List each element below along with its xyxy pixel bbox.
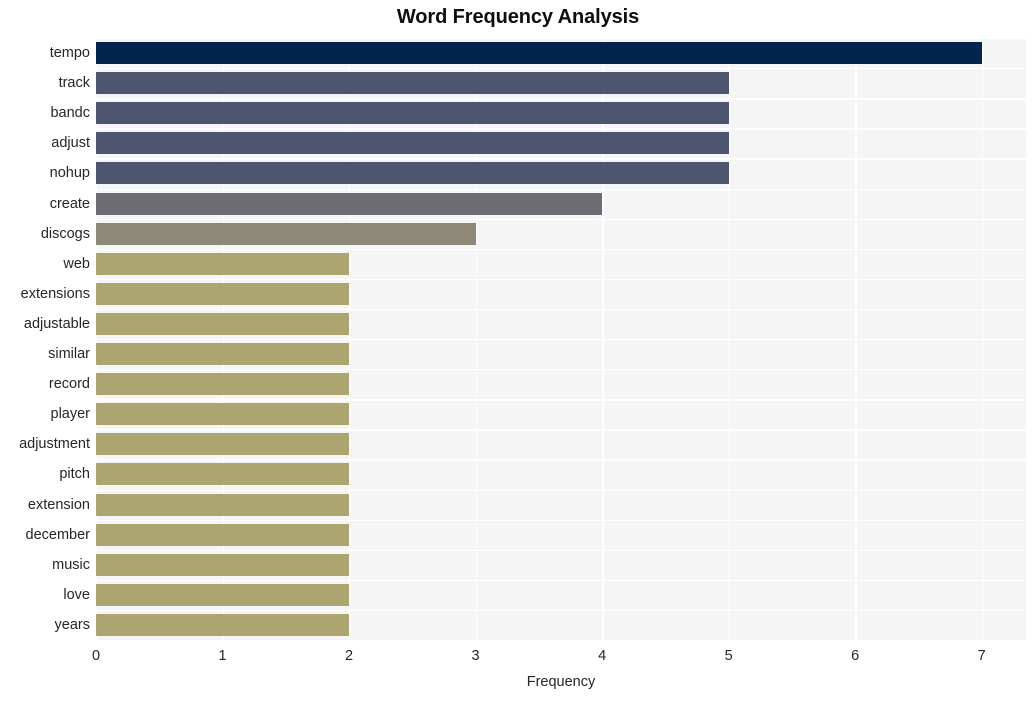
x-tick-label: 4 <box>598 648 607 664</box>
bar <box>96 493 350 516</box>
y-tick-label: discogs <box>40 225 90 242</box>
bar <box>96 403 350 426</box>
y-tick-label: create <box>49 195 90 212</box>
y-tick-label: tempo <box>49 45 90 62</box>
bar <box>96 72 729 95</box>
y-axis-tick-labels: tempo track bandc adjust nohup create discogs w… <box>0 38 90 640</box>
y-tick-label: record <box>48 376 90 393</box>
y-tick-label: adjustment <box>19 436 90 453</box>
y-tick-label: adjust <box>51 135 90 152</box>
plot-area <box>96 38 1026 640</box>
bar <box>96 252 350 275</box>
y-tick-label: bandc <box>50 105 90 122</box>
y-tick-label: pitch <box>59 466 90 483</box>
bar <box>96 192 603 215</box>
bar <box>96 162 729 185</box>
x-tick-label: 0 <box>91 648 101 664</box>
y-tick-label: december <box>25 526 90 543</box>
y-tick-label: track <box>58 75 90 92</box>
bar <box>96 222 476 245</box>
bars-layer <box>96 38 1026 640</box>
bar <box>96 433 350 456</box>
x-tick-label: 2 <box>345 648 354 664</box>
word-frequency-chart-figure: Word Frequency Analysis tempo track bandc a… <box>0 0 1036 701</box>
y-tick-label: extensions <box>20 285 90 302</box>
chart-title: Word Frequency Analysis <box>396 6 640 28</box>
x-tick-label: 7 <box>977 648 986 664</box>
y-tick-label: player <box>50 406 91 423</box>
y-tick-label: extension <box>27 496 90 513</box>
y-tick-label: love <box>63 586 90 603</box>
bar <box>96 42 982 65</box>
y-tick-label: nohup <box>49 165 90 182</box>
x-tick-label: 3 <box>471 648 480 664</box>
bar <box>96 132 729 155</box>
x-axis-tick-labels: 0 1 2 3 4 5 6 7 <box>0 648 1036 670</box>
bar <box>96 583 350 606</box>
bar <box>96 343 350 366</box>
bar <box>96 102 729 125</box>
y-tick-label: similar <box>48 346 90 363</box>
bar <box>96 523 350 546</box>
x-tick-label: 5 <box>724 648 733 664</box>
y-tick-label: music <box>52 556 90 573</box>
bar <box>96 613 350 636</box>
x-tick-label: 6 <box>851 648 860 664</box>
bar <box>96 312 350 335</box>
y-tick-label: web <box>63 255 90 272</box>
bar <box>96 373 350 396</box>
y-tick-label: adjustable <box>23 315 90 332</box>
bar <box>96 463 350 486</box>
bar <box>96 282 350 305</box>
bar <box>96 553 350 576</box>
x-tick-label: 1 <box>218 648 227 664</box>
x-axis-title: Frequency <box>526 674 596 690</box>
y-tick-label: years <box>54 616 90 633</box>
